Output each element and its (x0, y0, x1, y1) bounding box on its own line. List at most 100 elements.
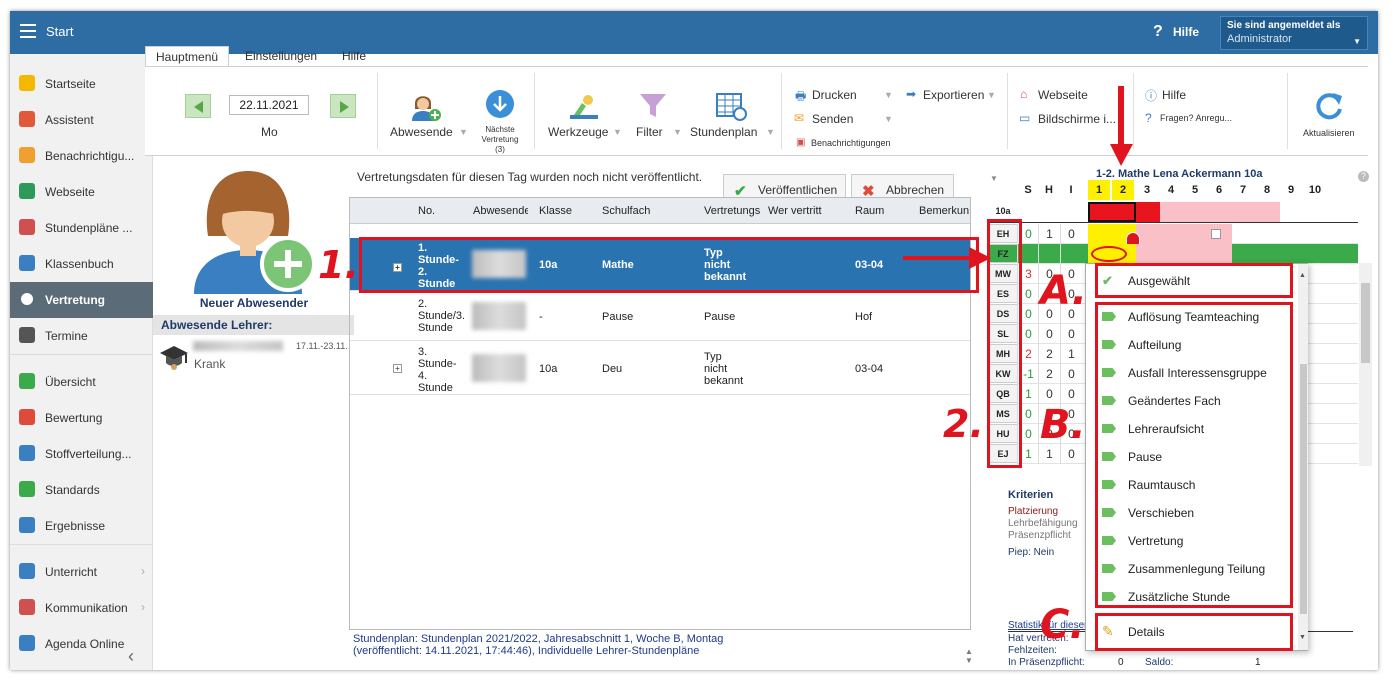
next-label-1: Nächste (485, 125, 515, 134)
help-link[interactable]: Hilfe (1173, 25, 1199, 39)
matrix-col-header: 1 (1088, 180, 1110, 200)
highlight-box-a (1095, 263, 1293, 298)
col-subject[interactable]: Schulfach (602, 205, 650, 217)
menu-scrollbar[interactable]: ▲ ▼ (1298, 264, 1308, 650)
stat-label: In Präsenzpflicht: (1008, 657, 1085, 668)
absence-dates: 17.11.-23.11. (296, 341, 348, 351)
col-remark[interactable]: Bemerkung (919, 205, 969, 217)
login-dropdown[interactable]: Sie sind angemeldet als Administrator ▼ (1220, 16, 1368, 50)
col-room[interactable]: Raum (855, 205, 884, 217)
selected-slot[interactable] (1088, 202, 1136, 222)
chevron-down-icon: ▼ (987, 90, 996, 100)
class-slot (1280, 202, 1328, 222)
chevron-right-icon: › (141, 600, 145, 614)
matrix-col-header: 5 (1191, 184, 1199, 196)
absent-teacher-entry[interactable]: 17.11.-23.11. Krank (153, 338, 354, 378)
app-title[interactable]: Start (46, 24, 73, 39)
sidebar-item-star[interactable]: Startseite (10, 66, 153, 102)
red-arrow-down-icon (1110, 86, 1133, 166)
publish-label: Veröffentlichen (758, 183, 838, 197)
matrix-col-header: 2 (1112, 180, 1134, 200)
monitor-icon: ▭ (1019, 111, 1031, 125)
status-line-1: Stundenplan: Stundenplan 2021/2022, Jahr… (353, 633, 724, 645)
expand-icon[interactable]: + (393, 364, 402, 373)
user-icon (19, 291, 35, 307)
matrix-col-header: 8 (1263, 184, 1271, 196)
teacher-stat (1038, 244, 1060, 264)
sidebar-item-layers[interactable]: Stoffverteilung... (10, 436, 153, 472)
sidebar-item-calendar[interactable]: Termine (10, 318, 153, 354)
stat-value: 0 (1118, 657, 1124, 668)
sidebar-item-shield[interactable]: Standards (10, 472, 153, 508)
sidebar-item-label: Klassenbuch (45, 257, 114, 271)
help-icon[interactable]: ? (1153, 23, 1163, 41)
printer-icon: 🖶 (795, 89, 807, 103)
sidebar-item-book[interactable]: Klassenbuch (10, 246, 153, 282)
sidebar-item-chat[interactable]: Kommunikation › (10, 590, 153, 626)
class-slot (1017, 202, 1088, 222)
annotation-1: 1. (318, 243, 359, 287)
col-absent[interactable]: Abwesende (473, 205, 528, 217)
highlight-box-2 (987, 219, 1022, 468)
blurred-name (472, 302, 526, 330)
matrix-col-header: S (1024, 184, 1032, 196)
sidebar-item-gauge[interactable]: Bewertung (10, 400, 153, 436)
annotation-b: B. (1040, 402, 1086, 448)
table-row[interactable]: + 3. Stunde- 4. Stunde 10a Deu Typ nicht beka… (350, 342, 970, 395)
menu-icon[interactable] (20, 24, 36, 38)
tab-help[interactable]: Hilfe (332, 46, 376, 66)
teacher-stat: 1 (1038, 224, 1060, 244)
col-class[interactable]: Klasse (539, 205, 572, 217)
teacher-stat: 2 (1038, 344, 1060, 364)
sidebar-item-check-circle[interactable]: Übersicht (10, 364, 153, 400)
help-icon[interactable]: ? (1358, 171, 1369, 182)
date-field[interactable]: 22.11.2021 (229, 95, 309, 115)
chat-icon (19, 599, 35, 615)
sidebar-item-label: Stoffverteilung... (45, 447, 132, 461)
notifications-label: Benachrichtigungen (811, 138, 891, 148)
matrix-col-header: 4 (1167, 184, 1175, 196)
col-who[interactable]: Wer vertritt (768, 205, 822, 217)
col-substitution[interactable]: Vertretungs (704, 205, 762, 217)
table-row[interactable]: 2. Stunde/3. Stunde - Pause Pause Hof (350, 292, 970, 341)
ribbon-toolbar: 22.11.2021 Mo Abwesende ▼ Nächste Vertre… (145, 66, 1368, 156)
sidebar-item-board[interactable]: Unterricht › (10, 554, 153, 590)
weekday-label: Mo (261, 125, 278, 139)
col-no[interactable]: No. (418, 205, 435, 217)
chevron-down-icon: ▼ (884, 90, 893, 100)
tab-settings[interactable]: Einstellungen (235, 46, 327, 66)
chevron-down-icon: ▼ (766, 127, 775, 137)
next-label-3: (3) (495, 145, 505, 154)
bell-icon: ▣ (796, 137, 806, 148)
collapse-sidebar-icon[interactable]: ‹ (128, 646, 134, 667)
prev-day-button[interactable] (185, 94, 211, 118)
annotation-a: A. (1040, 268, 1087, 314)
sidebar-item-label: Unterricht (45, 565, 98, 579)
next-day-button[interactable] (330, 94, 356, 118)
chevron-down-icon: ▼ (459, 127, 468, 137)
sidebar-item-home[interactable]: Webseite (10, 174, 153, 210)
tab-main-menu[interactable]: Hauptmenü (145, 46, 230, 66)
sidebar-item-user[interactable]: Vertretung (10, 282, 153, 318)
highlight-box-c (1095, 613, 1293, 651)
timetable-icon (19, 219, 35, 235)
star-icon (19, 75, 35, 91)
chevron-down-icon: ▼ (1353, 37, 1361, 46)
matrix-col-header: H (1045, 184, 1053, 196)
criteria-item: Platzierung (1008, 506, 1059, 517)
status-scrollbar[interactable]: ▲ ▼ (965, 647, 973, 665)
row-type: bekannt (704, 375, 744, 387)
row-no: Stunde (418, 322, 453, 334)
matrix-scrollbar[interactable] (1359, 263, 1372, 466)
sidebar-item-bar-chart[interactable]: Ergebnisse (10, 508, 153, 544)
pen-icon (19, 635, 35, 651)
sidebar-item-timetable[interactable]: Stundenpläne ... (10, 210, 153, 246)
annotation-2: 2. (943, 402, 984, 446)
criteria-item: Präsenzpflicht (1008, 530, 1071, 541)
sidebar-item-envelope[interactable]: Benachrichtigu... (10, 138, 153, 174)
sidebar-item-wand[interactable]: Assistent (10, 102, 153, 138)
row-class: - (539, 311, 543, 323)
export-icon: ➡ (906, 87, 917, 101)
sidebar-item-label: Webseite (45, 185, 95, 199)
wand-icon (19, 111, 35, 127)
